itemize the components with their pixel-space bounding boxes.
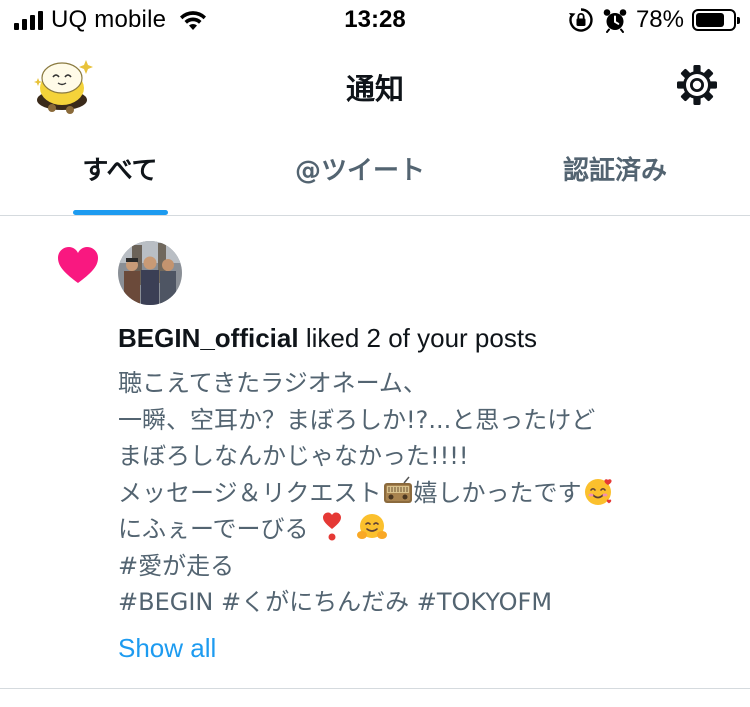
battery-icon <box>692 9 740 31</box>
liker-avatar[interactable] <box>118 241 182 305</box>
tab-all[interactable]: すべて <box>40 150 200 200</box>
heart-exclamation-emoji-icon <box>323 512 342 541</box>
battery-percentage: 78% <box>635 6 684 33</box>
alarm-icon <box>603 9 627 33</box>
status-bar-right: 78% <box>568 6 740 34</box>
post-line: 聴こえてきたラジオネーム、 <box>118 369 427 397</box>
active-tab-indicator <box>73 210 168 215</box>
post-line: にふぇーでーびる <box>118 511 718 548</box>
post-line: まぼろしなんかじゃなかった!!!! <box>118 442 469 470</box>
liker-avatar-photo <box>118 241 182 305</box>
post-line: メッセージ＆リクエスト 嬉しかったです <box>118 475 718 512</box>
post-text-segment: メッセージ＆リクエスト <box>118 478 382 507</box>
hugging-face-emoji-icon <box>356 514 387 539</box>
smiling-hearts-emoji-icon <box>584 478 612 505</box>
post-line: 一瞬、空耳か？まぼろしか!?...と思ったけど <box>118 405 596 434</box>
notification-summary: BEGIN_official liked 2 of your posts <box>118 323 537 354</box>
gear-icon[interactable] <box>674 62 720 108</box>
app-header: 通知 <box>0 46 750 122</box>
radio-emoji-icon <box>383 476 412 503</box>
notification-tabs: すべて @ツイート 認証済み <box>0 130 750 216</box>
heart-icon <box>58 247 98 283</box>
post-line: #愛が走る <box>118 551 235 580</box>
orientation-lock-icon <box>568 8 593 32</box>
post-line: #BEGIN #くがにちんだみ #TOKYOFM <box>118 588 553 616</box>
liked-post-text: 聴こえてきたラジオネーム、 一瞬、空耳か？まぼろしか!?...と思ったけど まぼ… <box>118 365 718 621</box>
tab-verified[interactable]: 認証済み <box>530 150 700 200</box>
battery-fill <box>696 13 725 27</box>
post-text-segment: 嬉しかったです <box>413 478 582 507</box>
notification-item[interactable]: BEGIN_official liked 2 of your posts 聴こえ… <box>0 217 750 689</box>
notification-action-text: liked 2 of your posts <box>298 323 538 353</box>
tab-mentions[interactable]: @ツイート <box>270 150 450 200</box>
page-title: 通知 <box>345 72 404 106</box>
show-all-link[interactable]: Show all <box>118 633 216 664</box>
post-text-segment: にふぇーでーびる <box>118 515 309 543</box>
status-bar: UQ mobile 13:28 78% <box>0 0 750 40</box>
liker-username[interactable]: BEGIN_official <box>118 323 299 353</box>
